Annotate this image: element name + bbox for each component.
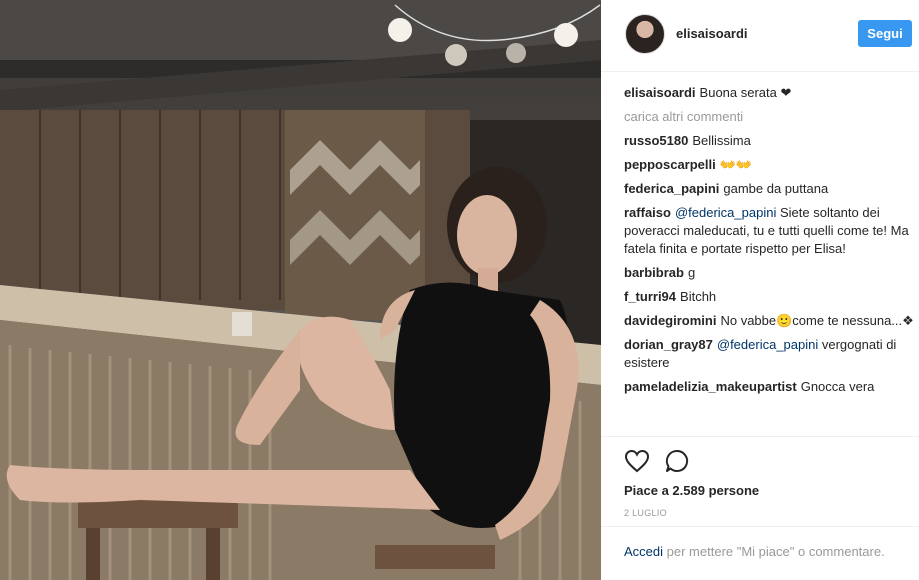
load-more-comments-link[interactable]: carica altri commenti — [624, 108, 914, 126]
caption: elisaisoardi Buona serata ❤ — [624, 84, 914, 102]
login-prompt: Accedi per mettere "Mi piace" o commenta… — [601, 526, 919, 580]
comment-text: 👐👐 — [719, 157, 753, 172]
comment-item: dorian_gray87 @federica_papini vergognati… — [624, 336, 914, 372]
comment-item: davidegiromini No vabbe🙂come te nessuna..… — [624, 312, 914, 330]
comment-text: Bitchh — [680, 289, 717, 304]
comment-icon[interactable] — [663, 447, 691, 475]
comment-username[interactable]: f_turri94 — [624, 289, 676, 304]
comment-text: No vabbe🙂come te nessuna...❖ — [720, 313, 914, 328]
comment-mention[interactable]: @federica_papini — [675, 205, 776, 220]
comment-username[interactable]: russo5180 — [624, 133, 688, 148]
follow-button[interactable]: Segui — [858, 20, 912, 47]
caption-username[interactable]: elisaisoardi — [624, 85, 696, 100]
comment-item: raffaiso @federica_papini Siete soltanto … — [624, 204, 914, 258]
post-date: 2 LUGLIO — [624, 508, 667, 518]
caption-text: Buona serata ❤ — [699, 85, 792, 100]
comment-mention[interactable]: @federica_papini — [717, 337, 818, 352]
comment-item: f_turri94 Bitchh — [624, 288, 914, 306]
photo-illustration — [0, 0, 601, 580]
avatar[interactable] — [625, 14, 665, 54]
comment-username[interactable]: federica_papini — [624, 181, 719, 196]
comment-item: pepposcarpelli 👐👐 — [624, 156, 914, 174]
header-username[interactable]: elisaisoardi — [676, 26, 748, 41]
likes-count[interactable]: Piace a 2.589 persone — [624, 483, 759, 498]
comment-item: barbibrab g — [624, 264, 914, 282]
post-photo[interactable] — [0, 0, 601, 580]
comment-item: russo5180 Bellissima — [624, 132, 914, 150]
comment-username[interactable]: pameladelizia_makeupartist — [624, 379, 797, 394]
comment-username[interactable]: dorian_gray87 — [624, 337, 713, 352]
login-text: Accedi per mettere "Mi piace" o commenta… — [624, 543, 904, 561]
login-link[interactable]: Accedi — [624, 544, 663, 559]
comment-username[interactable]: davidegiromini — [624, 313, 716, 328]
post-actions: Piace a 2.589 persone 2 LUGLIO — [601, 436, 919, 526]
comment-item: pameladelizia_makeupartist Gnocca vera — [624, 378, 914, 396]
comment-username[interactable]: barbibrab — [624, 265, 684, 280]
comment-text: Gnocca vera — [800, 379, 875, 394]
post-header: elisaisoardi Segui — [601, 0, 919, 72]
comments-list[interactable]: elisaisoardi Buona serata ❤ carica altri … — [624, 84, 914, 440]
comment-text: gambe da puttana — [723, 181, 829, 196]
comment-text: Bellissima — [692, 133, 751, 148]
post-sidebar: elisaisoardi Segui elisaisoardi Buona ser… — [601, 0, 919, 580]
login-rest: per mettere "Mi piace" o commentare. — [666, 544, 885, 559]
heart-icon[interactable] — [623, 447, 651, 475]
comment-text: g — [687, 265, 696, 280]
comment-item: federica_papini gambe da puttana — [624, 180, 914, 198]
comment-username[interactable]: pepposcarpelli — [624, 157, 716, 172]
comment-username[interactable]: raffaiso — [624, 205, 671, 220]
